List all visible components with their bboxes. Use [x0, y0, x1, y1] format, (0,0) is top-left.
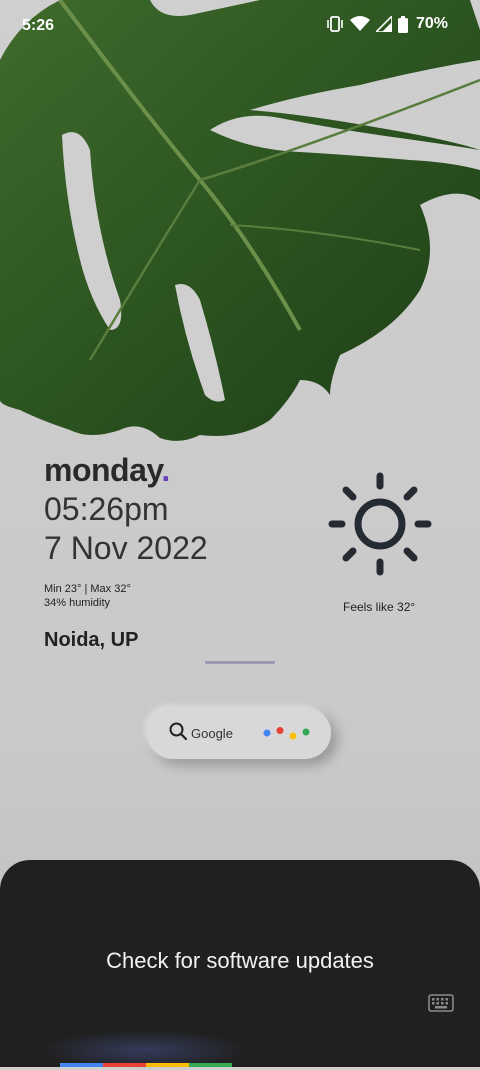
divider	[205, 661, 275, 664]
leaf-wallpaper	[0, 0, 480, 441]
feels-like-label: Feels like 32°	[343, 600, 416, 614]
assistant-dots-icon[interactable]	[263, 727, 311, 741]
keyboard-icon[interactable]	[428, 994, 454, 1017]
search-icon	[169, 722, 188, 745]
day-label: monday.	[44, 452, 208, 489]
vibrate-icon	[326, 16, 344, 32]
status-time: 5:26	[22, 17, 55, 34]
sun-icon[interactable]	[326, 470, 434, 583]
humidity-label: 34% humidity	[44, 597, 111, 609]
status-icons: 70%	[326, 15, 448, 33]
date-label: 7 Nov 2022	[44, 530, 208, 566]
time-label: 05:26pm	[44, 491, 169, 527]
assistant-sheet: Check for software updates	[0, 860, 480, 1070]
day-text: monday	[44, 452, 162, 488]
google-search-bar[interactable]: Google	[147, 707, 331, 759]
min-max-temp: Min 23° | Max 32°	[44, 583, 131, 595]
status-bar: 5:26 70%	[0, 0, 480, 52]
assistant-color-bar	[60, 1063, 232, 1067]
google-label: Google	[191, 725, 233, 741]
battery-percentage: 70%	[415, 15, 448, 32]
day-dot: .	[161, 452, 170, 488]
city-label: Noida, UP	[44, 629, 139, 651]
assistant-query-text: Check for software updates	[106, 948, 374, 973]
battery-icon	[397, 15, 408, 33]
wifi-icon	[349, 16, 370, 32]
clock-widget[interactable]: monday. 05:26pm 7 Nov 2022 Min 23° | Max…	[44, 452, 208, 652]
signal-icon	[375, 16, 392, 32]
